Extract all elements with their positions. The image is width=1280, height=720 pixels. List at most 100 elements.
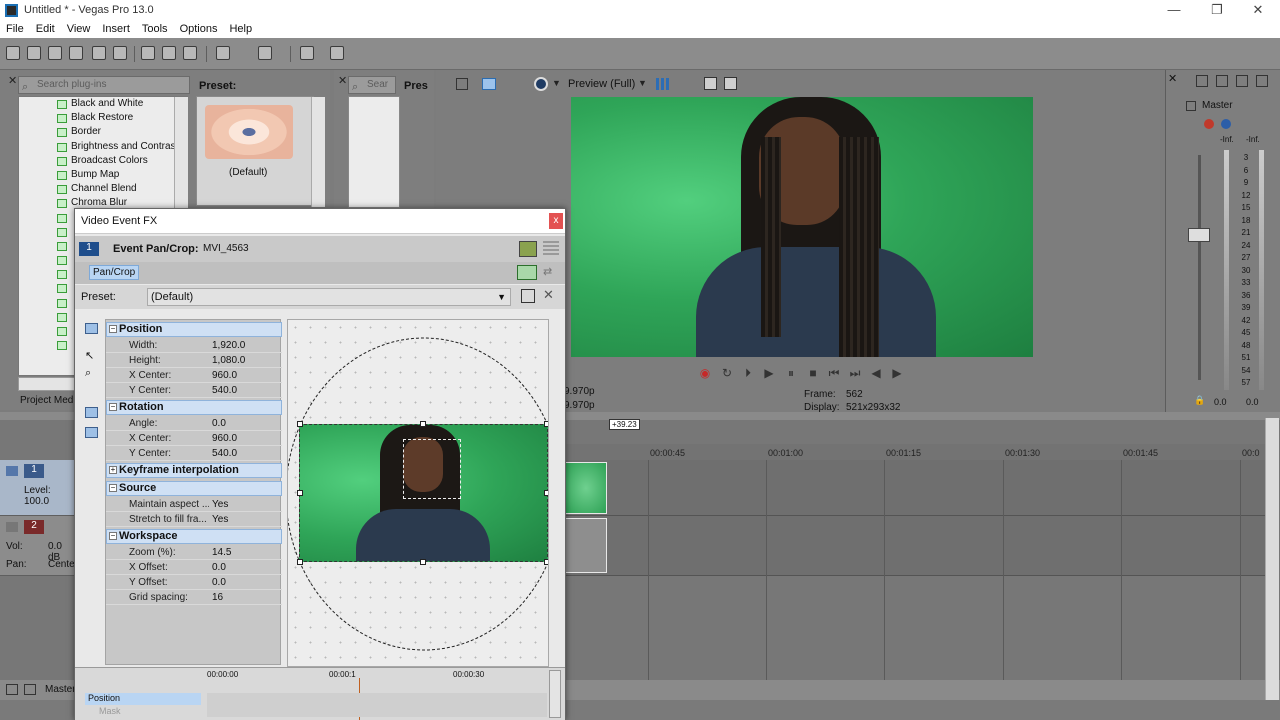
project-media-tab[interactable]: Project Medi [20,395,76,406]
plugin-item[interactable]: Black and White [19,97,187,111]
panel-close-icon[interactable]: ✕ [1168,72,1177,85]
plugin-item[interactable]: Black Restore [19,111,187,125]
video-track-lane[interactable] [565,460,1265,516]
prop-x-center[interactable]: X Center: 960.0 [106,368,282,383]
fx-chain-grid-icon[interactable] [543,241,559,257]
previous-frame-icon[interactable]: ◀ [869,366,883,380]
timeline-vscrollbar[interactable] [1265,418,1279,700]
time-ruler[interactable]: 00:00:45 00:01:00 00:01:15 00:01:30 00:0… [565,444,1265,460]
plugin-item[interactable]: Broadcast Colors [19,154,187,168]
section-position[interactable]: − Position [106,322,282,337]
menu-tools[interactable]: Tools [136,23,174,35]
enable-snapping-icon[interactable] [300,46,314,60]
plugin-item[interactable]: Bump Map [19,168,187,182]
whats-this-icon[interactable] [330,46,344,60]
video-track-header[interactable]: 1 Level: 100.0 [0,460,74,516]
crop-handle[interactable] [420,421,426,427]
fx-chain-view-icon[interactable] [519,241,537,257]
redo-icon[interactable] [258,46,272,60]
plugin-search-input[interactable]: ⌕ Search plug-ins [18,76,190,94]
paste-icon[interactable] [183,46,197,60]
prop-width[interactable]: Width: 1,920.0 [106,338,282,353]
crop-handle[interactable] [544,490,548,496]
crop-handle[interactable] [297,559,303,565]
save-snapshot-icon[interactable] [724,77,737,90]
transition-tree[interactable] [348,96,400,208]
track-expand-icon[interactable] [6,684,18,695]
save-as-icon[interactable] [69,46,83,60]
keyframe-ruler[interactable]: 00:00:00 00:00:1 00:00:30 [207,670,547,684]
crop-handle[interactable] [544,421,548,427]
prop-y-offset[interactable]: Y Offset: 0.0 [106,575,282,590]
audio-clip[interactable] [565,518,607,573]
mixer-tool-icon[interactable] [1196,75,1208,87]
plugin-item[interactable]: Channel Blend [19,182,187,196]
prop-rotation-x-center[interactable]: X Center: 960.0 [106,431,282,446]
save-preset-icon[interactable] [521,289,535,303]
plugin-item[interactable]: Border [19,125,187,139]
panel-close-icon[interactable]: ✕ [338,74,347,87]
mute-icon[interactable] [1221,119,1231,129]
menu-view[interactable]: View [61,23,97,35]
prop-rotation-y-center[interactable]: Y Center: 540.0 [106,446,282,461]
prop-angle[interactable]: Angle: 0.0 [106,416,282,431]
keyframe-track-mask[interactable]: Mask [85,706,201,718]
fx-window-titlebar[interactable]: Video Event FX x [75,209,565,234]
play-icon[interactable]: ▶ [762,366,776,380]
delete-preset-icon[interactable]: ✕ [543,287,554,303]
external-monitor-icon[interactable] [482,78,496,90]
audio-track-header[interactable]: 2 Vol: 0.0 dB Pan: Cente [0,516,75,576]
cut-icon[interactable] [141,46,155,60]
save-icon[interactable] [48,46,62,60]
properties-icon[interactable] [113,46,127,60]
fx-bypass-icon[interactable] [1204,119,1214,129]
pause-icon[interactable]: ⏸ [784,366,798,380]
overlays-icon[interactable] [656,78,670,90]
prop-grid-spacing[interactable]: Grid spacing: 16 [106,590,282,605]
minimize-button[interactable]: — [1160,1,1188,19]
move-freely-icon[interactable] [85,407,98,418]
fx-chain-remove-icon[interactable]: ⇄ [543,265,559,280]
fx-chain-add-icon[interactable] [517,265,537,280]
preset-thumbnails[interactable]: (Default) [196,96,314,206]
restore-button[interactable]: ❐ [1203,1,1231,19]
plugin-item[interactable]: Brightness and Contrast [19,140,187,154]
preview-quality-select[interactable]: Preview (Full) [568,78,635,90]
record-icon[interactable]: ◉ [698,366,712,380]
master-fader[interactable] [1188,228,1210,242]
track-level[interactable]: Level: 100.0 [24,485,74,507]
section-source[interactable]: − Source [106,481,282,496]
render-icon[interactable] [92,46,106,60]
crop-handle[interactable] [420,559,426,565]
zoom-icon[interactable]: ⌕ [85,367,98,379]
prop-zoom[interactable]: Zoom (%): 14.5 [106,545,282,560]
menu-insert[interactable]: Insert [96,23,136,35]
new-icon[interactable] [6,46,20,60]
open-icon[interactable] [27,46,41,60]
audio-track-lane[interactable] [565,516,1265,576]
copy-icon[interactable] [162,46,176,60]
panel-close-icon[interactable]: ✕ [8,74,17,88]
section-keyframe-interpolation[interactable]: + Keyframe interpolation [106,463,282,478]
preview-properties-icon[interactable] [456,78,468,90]
mixer-tool-icon[interactable] [1236,75,1248,87]
copy-snapshot-icon[interactable] [704,77,717,90]
menu-help[interactable]: Help [223,23,258,35]
transition-search-input[interactable]: ⌕ Sear [348,76,396,94]
video-clip[interactable] [565,462,607,514]
normal-edit-tool-icon[interactable] [85,323,98,334]
mixer-tool-icon[interactable] [1256,75,1268,87]
go-to-end-icon[interactable]: ⏭ [848,366,862,380]
prop-height[interactable]: Height: 1,080.0 [106,353,282,368]
menu-options[interactable]: Options [174,23,224,35]
crop-frame[interactable] [299,424,548,562]
pan-value[interactable]: Cente [48,559,75,570]
undo-icon[interactable] [216,46,230,60]
pointer-icon[interactable]: ↖ [85,349,98,362]
play-from-start-icon[interactable]: ⏵ [741,366,755,380]
preset-thumbnail[interactable] [205,105,293,159]
close-button[interactable]: ✕ [1244,1,1272,19]
prop-stretch-to-fill[interactable]: Stretch to fill fra... Yes [106,512,282,527]
lock-aspect-icon[interactable] [85,427,98,438]
keyframe-scrollbar[interactable] [549,670,561,718]
